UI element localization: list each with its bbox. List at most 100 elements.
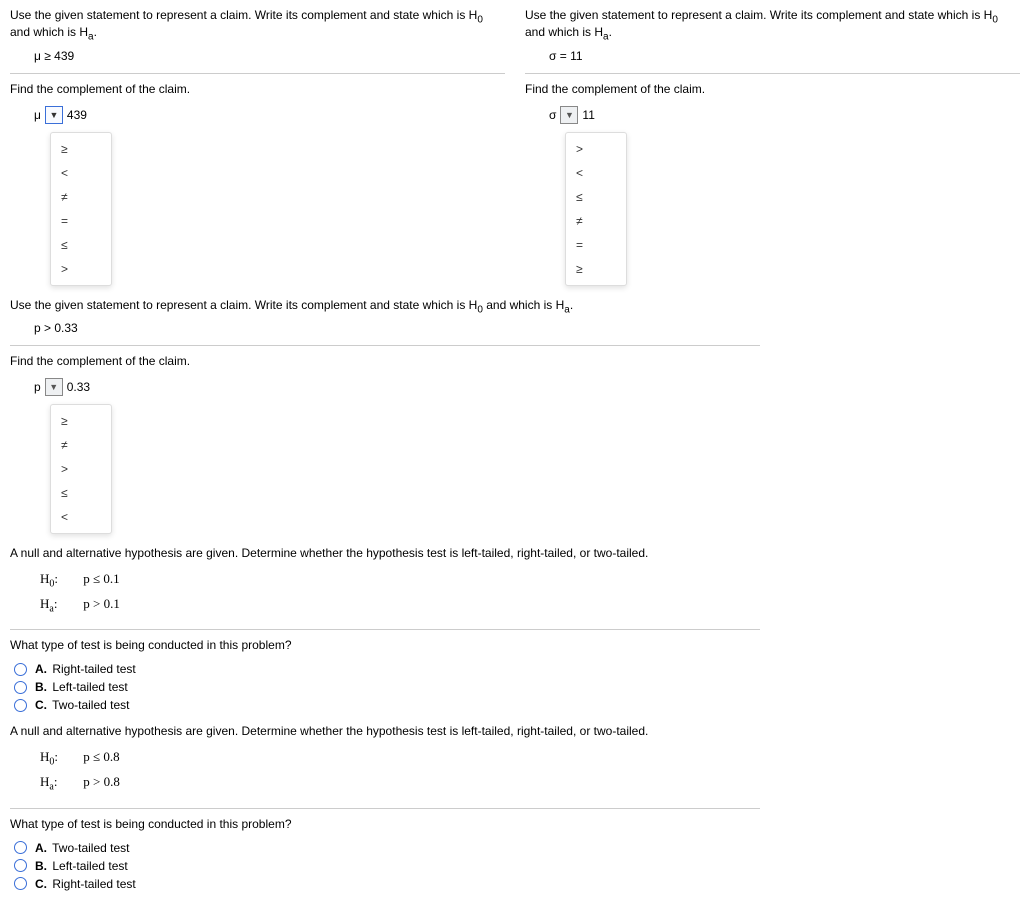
q2-option[interactable]: <: [566, 161, 626, 185]
q2-option[interactable]: ≠: [566, 209, 626, 233]
q2-dropdown-trigger[interactable]: ▼: [560, 106, 578, 124]
q2-value: 11: [582, 108, 594, 122]
q1-find: Find the complement of the claim.: [10, 82, 505, 96]
q4-ha: Ha: p > 0.1: [40, 593, 760, 618]
q3-option[interactable]: ≥: [51, 409, 111, 433]
q2-complement-row: σ ▼ 11: [525, 106, 1020, 124]
q4-h0: H0: p ≤ 0.1: [40, 568, 760, 593]
q5-hypotheses: H0: p ≤ 0.8 Ha: p > 0.8: [10, 746, 760, 795]
q3-dropdown-list: ≥ ≠ > ≤ <: [50, 404, 112, 534]
radio-icon[interactable]: [14, 877, 27, 890]
q1-option[interactable]: <: [51, 161, 111, 185]
q5-option-c[interactable]: C. Right-tailed test: [14, 877, 760, 891]
radio-icon[interactable]: [14, 699, 27, 712]
q1-prompt-text-1: Use the given statement to represent a c…: [10, 8, 477, 22]
q3-find: Find the complement of the claim.: [10, 354, 760, 368]
q5-prompt: A null and alternative hypothesis are gi…: [10, 724, 760, 738]
opt-letter: C.: [35, 698, 47, 712]
question-2: Use the given statement to represent a c…: [525, 8, 1020, 286]
q3-option[interactable]: ≠: [51, 433, 111, 457]
q2-option[interactable]: =: [566, 233, 626, 257]
divider: [10, 345, 760, 346]
q5-option-b[interactable]: B. Left-tailed test: [14, 859, 760, 873]
q2-prompt-text-2: and which is H: [525, 25, 603, 39]
q5-option-a[interactable]: A. Two-tailed test: [14, 841, 760, 855]
sub-0: 0: [477, 14, 483, 25]
opt-text: Right-tailed test: [52, 877, 135, 891]
q1-option[interactable]: >: [51, 257, 111, 281]
question-1: Use the given statement to represent a c…: [10, 8, 505, 286]
q4-hypotheses: H0: p ≤ 0.1 Ha: p > 0.1: [10, 568, 760, 617]
h-label: H: [40, 774, 49, 789]
radio-icon[interactable]: [14, 663, 27, 676]
q3-complement-row: p ▼ 0.33: [10, 378, 760, 396]
q5-ha: Ha: p > 0.8: [40, 771, 760, 796]
q3-option[interactable]: <: [51, 505, 111, 529]
opt-text: Left-tailed test: [52, 680, 127, 694]
q4-question: What type of test is being conducted in …: [10, 638, 760, 652]
opt-letter: C.: [35, 877, 47, 891]
q3-option[interactable]: ≤: [51, 481, 111, 505]
q3-prompt-text-1: Use the given statement to represent a c…: [10, 298, 477, 312]
q4-option-c[interactable]: C. Two-tailed test: [14, 698, 760, 712]
q5-h0-expr: p ≤ 0.8: [83, 749, 119, 764]
opt-letter: B.: [35, 680, 47, 694]
q4-option-b[interactable]: B. Left-tailed test: [14, 680, 760, 694]
h-label: H: [40, 596, 49, 611]
q2-prompt: Use the given statement to represent a c…: [525, 8, 1020, 43]
q1-param: μ: [34, 108, 41, 122]
q3-value: 0.33: [67, 380, 90, 394]
q1-value: 439: [67, 108, 87, 122]
q3-dropdown-trigger[interactable]: ▼: [45, 378, 63, 396]
radio-icon[interactable]: [14, 859, 27, 872]
opt-text: Two-tailed test: [52, 698, 129, 712]
q1-claim: μ ≥ 439: [10, 49, 505, 63]
q3-option[interactable]: >: [51, 457, 111, 481]
q3-claim: p > 0.33: [10, 321, 760, 335]
q4-prompt: A null and alternative hypothesis are gi…: [10, 546, 760, 560]
question-3: Use the given statement to represent a c…: [10, 298, 760, 534]
h-label: H: [40, 749, 49, 764]
q1-option[interactable]: ≤: [51, 233, 111, 257]
q4-option-a[interactable]: A. Right-tailed test: [14, 662, 760, 676]
q1-dropdown-list: ≥ < ≠ = ≤ >: [50, 132, 112, 286]
opt-text: Two-tailed test: [52, 841, 129, 855]
opt-text: Right-tailed test: [52, 662, 135, 676]
question-5: A null and alternative hypothesis are gi…: [10, 724, 760, 890]
h-label: H: [40, 571, 49, 586]
divider: [525, 73, 1020, 74]
q3-prompt: Use the given statement to represent a c…: [10, 298, 760, 315]
radio-icon[interactable]: [14, 681, 27, 694]
q2-claim: σ = 11: [525, 49, 1020, 63]
opt-letter: A.: [35, 841, 47, 855]
radio-icon[interactable]: [14, 841, 27, 854]
q1-option[interactable]: ≠: [51, 185, 111, 209]
q1-prompt: Use the given statement to represent a c…: [10, 8, 505, 43]
opt-text: Left-tailed test: [52, 859, 127, 873]
q4-ha-expr: p > 0.1: [83, 596, 120, 611]
question-4: A null and alternative hypothesis are gi…: [10, 546, 760, 712]
q3-prompt-text-3: .: [570, 298, 573, 312]
q2-prompt-text-1: Use the given statement to represent a c…: [525, 8, 992, 22]
q1-complement-row: μ ▼ 439: [10, 106, 505, 124]
sub-0: 0: [992, 14, 998, 25]
q2-option[interactable]: >: [566, 137, 626, 161]
q2-dropdown-list: > < ≤ ≠ = ≥: [565, 132, 627, 286]
q2-option[interactable]: ≤: [566, 185, 626, 209]
top-row: Use the given statement to represent a c…: [10, 8, 1014, 286]
q1-prompt-text-3: .: [94, 25, 97, 39]
q5-ha-expr: p > 0.8: [83, 774, 120, 789]
opt-letter: B.: [35, 859, 47, 873]
q3-param: p: [34, 380, 41, 394]
divider: [10, 73, 505, 74]
q1-option[interactable]: ≥: [51, 137, 111, 161]
q2-find: Find the complement of the claim.: [525, 82, 1020, 96]
q5-question: What type of test is being conducted in …: [10, 817, 760, 831]
q2-prompt-text-3: .: [609, 25, 612, 39]
q1-option[interactable]: =: [51, 209, 111, 233]
q2-option[interactable]: ≥: [566, 257, 626, 281]
divider: [10, 629, 760, 630]
q1-dropdown-trigger[interactable]: ▼: [45, 106, 63, 124]
q3-prompt-text-2: and which is H: [483, 298, 564, 312]
q5-h0: H0: p ≤ 0.8: [40, 746, 760, 771]
